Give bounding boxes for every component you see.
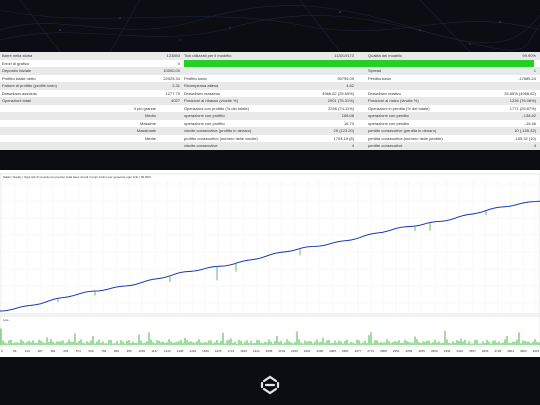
x-tick-label: 1434 [189, 349, 196, 353]
x-tick-label: 956 [127, 349, 132, 353]
x-tick-label: 1338 [177, 349, 184, 353]
x-tick-label: 478 [63, 349, 68, 353]
x-tick-label: 1147 [151, 349, 158, 353]
x-tick-label: 3059 [406, 349, 413, 353]
x-tick-label: 3537 [469, 349, 476, 353]
report-value: 4 [351, 143, 354, 148]
balance-chart: Saldo / Equity / Ogni tick (il metodo pi… [0, 173, 540, 353]
x-tick-label: 3728 [495, 349, 502, 353]
report-row: vincite consecutive 4 perdite consecutive 4 [0, 142, 540, 150]
report-value: 4 [533, 143, 536, 148]
x-tick-label: 2868 [380, 349, 387, 353]
x-tick-label: 0 [1, 349, 3, 353]
x-tick-label: 2772 [367, 349, 374, 353]
x-tick-label: 3824 [507, 349, 514, 353]
x-tick-label: 2390 [317, 349, 324, 353]
x-tick-label: 669 [88, 349, 93, 353]
x-tick-label: 96 [13, 349, 17, 353]
background-network-graphic [0, 0, 540, 52]
strategy-test-report: Barre nella storia 123893 Tick utilizzati … [0, 52, 540, 150]
x-tick-label: 3155 [418, 349, 425, 353]
x-tick-label: 1625 [215, 349, 222, 353]
x-tick-label: 4015 [533, 349, 540, 353]
x-tick-label: 574 [76, 349, 81, 353]
volume-label: Lots [3, 318, 9, 322]
x-tick-label: 2199 [291, 349, 298, 353]
x-tick-label: 287 [38, 349, 43, 353]
x-tick-label: 1912 [253, 349, 260, 353]
x-tick-label: 860 [114, 349, 119, 353]
x-tick-label: 382 [50, 349, 55, 353]
x-tick-label: 2103 [278, 349, 285, 353]
balance-chart-panel: Saldo / Equity / Ogni tick (il metodo pi… [0, 170, 540, 357]
x-tick-label: 3346 [444, 349, 451, 353]
x-tick-label: 1243 [164, 349, 171, 353]
x-tick-label: 1816 [240, 349, 247, 353]
x-tick-label: 3633 [482, 349, 489, 353]
x-tick-label: 191 [25, 349, 30, 353]
x-tick-label: 1721 [228, 349, 235, 353]
link-chain-icon [260, 375, 280, 395]
x-tick-label: 3250 [431, 349, 438, 353]
x-tick-label: 2964 [393, 349, 400, 353]
x-tick-label: 3442 [456, 349, 463, 353]
x-tick-label: 2486 [329, 349, 336, 353]
x-tick-label: 1530 [202, 349, 209, 353]
x-tick-label: 2008 [266, 349, 273, 353]
chart-title: Saldo / Equity / Ogni tick (il metodo pi… [3, 175, 151, 179]
x-tick-label: 2677 [355, 349, 362, 353]
x-tick-label: 2294 [304, 349, 311, 353]
x-tick-label: 1052 [139, 349, 146, 353]
x-tick-label: 2581 [342, 349, 349, 353]
x-tick-label: 765 [101, 349, 106, 353]
x-tick-label: 3920 [520, 349, 527, 353]
